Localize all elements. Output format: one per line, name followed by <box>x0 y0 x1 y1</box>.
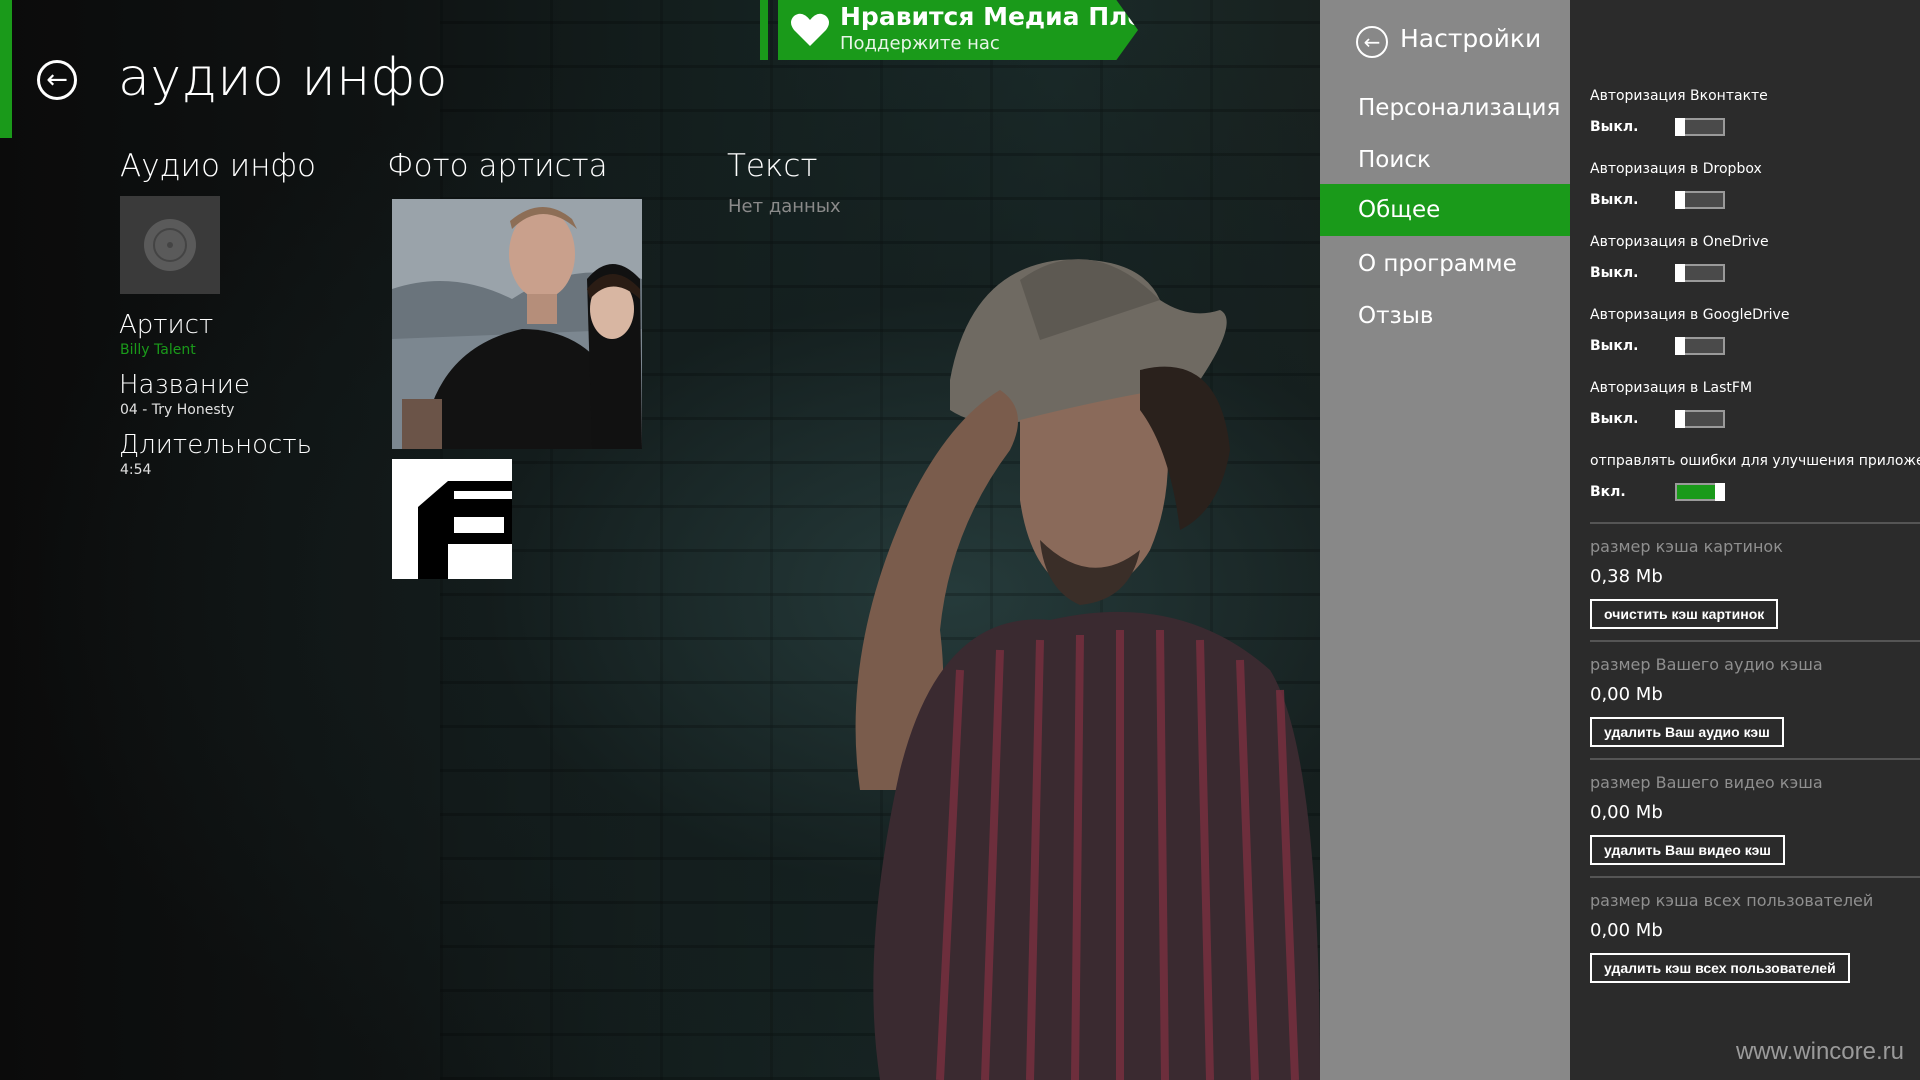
toggle-vkontakte[interactable] <box>1675 118 1725 136</box>
toggle-state-lastfm: Выкл. <box>1590 411 1639 427</box>
lyrics-heading: Текст <box>727 148 818 184</box>
artist-logo-image[interactable] <box>392 459 512 579</box>
title-value: 04 - Try Honesty <box>120 402 235 418</box>
audio-cache-value: 0,00 Mb <box>1590 684 1663 705</box>
audio-cache-title: размер Вашего аудио кэша <box>1590 655 1823 674</box>
settings-title: Настройки <box>1400 24 1542 53</box>
toggle-googledrive[interactable] <box>1675 337 1725 355</box>
page-title: аудио инфо <box>118 48 448 108</box>
delete-video-cache-button[interactable]: удалить Ваш видео кэш <box>1590 835 1785 865</box>
toggle-lastfm[interactable] <box>1675 410 1725 428</box>
toggle-label-dropbox: Авторизация в Dropbox <box>1590 161 1762 177</box>
clear-image-cache-button[interactable]: очистить кэш картинок <box>1590 599 1779 629</box>
disc-icon <box>144 219 196 271</box>
support-banner[interactable]: Нравится Медиа Плеер? Поддержите нас <box>778 0 1138 60</box>
duration-value: 4:54 <box>120 462 152 478</box>
nav-item-search[interactable]: Поиск <box>1320 134 1570 186</box>
toggle-onedrive[interactable] <box>1675 264 1725 282</box>
nav-item-personalization[interactable]: Персонализация <box>1320 82 1570 134</box>
back-arrow-icon: ← <box>46 65 68 95</box>
video-cache-value: 0,00 Mb <box>1590 802 1663 823</box>
back-arrow-icon: ← <box>1363 30 1381 54</box>
album-art-placeholder <box>120 196 220 294</box>
toggle-label-onedrive: Авторизация в OneDrive <box>1590 234 1769 250</box>
video-cache-title: размер Вашего видео кэша <box>1590 773 1823 792</box>
lyrics-empty-text: Нет данных <box>728 196 841 217</box>
divider <box>1590 758 1920 760</box>
image-cache-title: размер кэша картинок <box>1590 537 1783 556</box>
settings-back-button[interactable]: ← <box>1356 26 1388 58</box>
duration-label: Длительность <box>119 430 312 460</box>
toggle-dropbox[interactable] <box>1675 191 1725 209</box>
title-label: Название <box>119 370 250 400</box>
toggle-label-vkontakte: Авторизация Вконтакте <box>1590 88 1768 104</box>
nav-item-feedback[interactable]: Отзыв <box>1320 290 1570 342</box>
back-button[interactable]: ← <box>37 60 77 100</box>
toggle-label-error-reports: отправлять ошибки для улучшения приложен… <box>1590 453 1920 469</box>
toggle-state-googledrive: Выкл. <box>1590 338 1639 354</box>
banner-subtitle: Поддержите нас <box>840 33 1000 54</box>
toggle-state-vkontakte: Выкл. <box>1590 119 1639 135</box>
image-cache-value: 0,38 Mb <box>1590 566 1663 587</box>
all-users-cache-title: размер кэша всех пользователей <box>1590 891 1874 910</box>
heart-icon <box>791 13 829 46</box>
divider <box>1590 640 1920 642</box>
left-accent-bar <box>0 0 12 138</box>
background-artist-image <box>855 259 1320 1080</box>
audio-info-heading: Аудио инфо <box>120 148 316 184</box>
toggle-label-googledrive: Авторизация в GoogleDrive <box>1590 307 1790 323</box>
toggle-label-lastfm: Авторизация в LastFM <box>1590 380 1753 396</box>
divider <box>1590 522 1920 524</box>
delete-all-users-cache-button[interactable]: удалить кэш всех пользователей <box>1590 953 1850 983</box>
nav-item-general[interactable]: Общее <box>1320 184 1570 236</box>
toggle-state-dropbox: Выкл. <box>1590 192 1639 208</box>
all-users-cache-value: 0,00 Mb <box>1590 920 1663 941</box>
banner-accent-bar <box>760 0 768 60</box>
delete-audio-cache-button[interactable]: удалить Ваш аудио кэш <box>1590 717 1784 747</box>
artist-photo-heading: Фото артиста <box>387 148 608 184</box>
nav-item-about[interactable]: О программе <box>1320 238 1570 290</box>
artist-value[interactable]: Billy Talent <box>120 342 196 358</box>
artist-photo[interactable] <box>392 199 642 449</box>
watermark: www.wincore.ru <box>1735 1038 1904 1065</box>
settings-general-panel: Авторизация Вконтакте Выкл. Авторизация … <box>1570 0 1920 1080</box>
settings-nav-pane: ← Настройки Персонализация Поиск Общее О… <box>1320 0 1570 1080</box>
toggle-state-onedrive: Выкл. <box>1590 265 1639 281</box>
artist-label: Артист <box>119 310 214 340</box>
toggle-error-reports[interactable] <box>1675 483 1725 501</box>
divider <box>1590 876 1920 878</box>
toggle-state-error-reports: Вкл. <box>1590 484 1626 500</box>
